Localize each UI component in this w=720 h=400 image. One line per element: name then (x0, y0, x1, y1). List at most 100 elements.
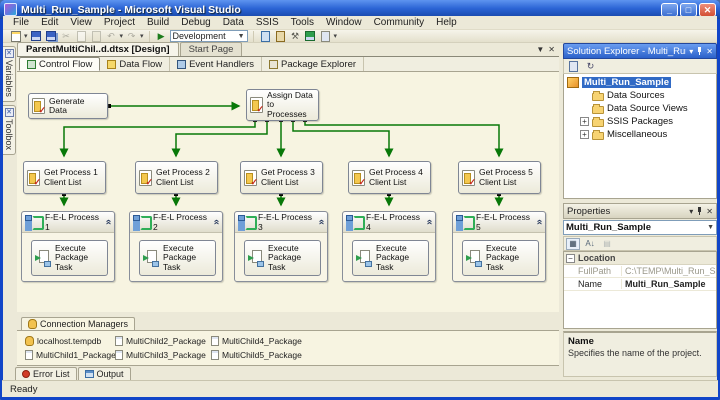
collapse-icon[interactable]: − (566, 253, 575, 263)
properties-object-combobox[interactable]: Multi_Run_Sample ▼ (563, 220, 717, 235)
task-execute-package[interactable]: Execute Package Task (462, 240, 539, 276)
close-button[interactable]: ✕ (699, 2, 716, 17)
tree-item[interactable]: + Miscellaneous (564, 128, 716, 141)
container-header[interactable]: F-E-L Process 5 « (453, 212, 545, 233)
tree-item[interactable]: + Data Source Views (564, 102, 716, 115)
new-dropdown-icon[interactable]: ▾ (24, 32, 28, 40)
control-flow-design-surface[interactable]: Generate Data Assign Data to Processes G… (17, 72, 559, 312)
connection-manager-item[interactable]: MultiChild5_Package (211, 348, 311, 362)
side-tab[interactable]: ✕ Variables (3, 46, 16, 102)
configuration-combobox[interactable]: Development ▼ (169, 30, 248, 42)
foreach-loop-container[interactable]: F-E-L Process 2 « Execute Package Task (129, 211, 223, 282)
new-project-icon[interactable] (9, 30, 22, 42)
collapse-chevron-icon[interactable]: « (534, 219, 545, 225)
close-document-icon[interactable]: ✕ (548, 45, 555, 54)
properties-grid[interactable]: − Location FullPath C:\TEMP\Multi_Run_Sa… (563, 251, 717, 329)
task-generate-data[interactable]: Generate Data (28, 93, 108, 119)
document-list-dropdown-icon[interactable]: ▼ (536, 45, 544, 54)
property-row[interactable]: Name Multi_Run_Sample (564, 278, 716, 291)
expand-icon[interactable]: + (580, 117, 589, 126)
bottom-tab[interactable]: Output (77, 367, 131, 380)
paste-icon[interactable] (90, 30, 103, 42)
connection-managers-tab[interactable]: Connection Managers (21, 317, 136, 330)
task-execute-package[interactable]: Execute Package Task (352, 240, 429, 276)
redo-icon[interactable]: ↷ (125, 30, 138, 42)
solution-explorer-header[interactable]: Solution Explorer - Multi_Run_Sample ▾ ✕ (563, 43, 717, 59)
container-header[interactable]: F-E-L Process 2 « (130, 212, 222, 233)
task-execute-package[interactable]: Execute Package Task (31, 240, 108, 276)
alphabetical-sort-icon[interactable]: A↓ (583, 238, 597, 250)
category-row[interactable]: − Location (564, 252, 716, 265)
menu-item[interactable]: View (64, 16, 98, 29)
menu-item[interactable]: Data (217, 16, 250, 29)
window-icon[interactable] (319, 30, 332, 42)
tree-item[interactable]: + Data Sources (564, 89, 716, 102)
document-tab[interactable]: ParentMultiChil..d.dtsx [Design] (17, 42, 179, 56)
minimize-button[interactable]: _ (661, 2, 678, 17)
menu-item[interactable]: SSIS (250, 16, 285, 29)
foreach-loop-container[interactable]: F-E-L Process 4 « Execute Package Task (342, 211, 436, 282)
menu-item[interactable]: Project (98, 16, 141, 29)
task-get-process-client-list[interactable]: Get Process 1 Client List (23, 161, 106, 194)
designer-tab[interactable]: Package Explorer (262, 57, 365, 71)
connection-manager-item[interactable]: MultiChild4_Package (211, 334, 311, 348)
collapse-chevron-icon[interactable]: « (424, 219, 435, 225)
designer-tab[interactable]: Event Handlers (170, 57, 263, 71)
start-debugging-icon[interactable]: ▶ (155, 30, 168, 42)
foreach-loop-container[interactable]: F-E-L Process 3 « Execute Package Task (234, 211, 328, 282)
menu-item[interactable]: Tools (285, 16, 320, 29)
container-header[interactable]: F-E-L Process 4 « (343, 212, 435, 233)
document-tab[interactable]: Start Page (179, 42, 243, 56)
bottom-tab[interactable]: Error List (15, 367, 77, 380)
connection-manager-item[interactable]: MultiChild3_Package (115, 348, 207, 362)
menu-item[interactable]: Edit (35, 16, 64, 29)
menu-item[interactable]: File (7, 16, 35, 29)
collapse-chevron-icon[interactable]: « (103, 219, 114, 225)
container-header[interactable]: F-E-L Process 3 « (235, 212, 327, 233)
refresh-icon[interactable]: ↻ (584, 60, 597, 72)
designer-tab[interactable]: Control Flow (19, 57, 101, 71)
cut-icon[interactable]: ✂ (60, 30, 73, 42)
toolbar-overflow-icon[interactable]: ▾ (334, 32, 338, 40)
undo-icon[interactable]: ↶ (105, 30, 118, 42)
undo-dropdown-icon[interactable]: ▾ (120, 32, 124, 40)
designer-tab[interactable]: Data Flow (100, 57, 171, 71)
task-get-process-client-list[interactable]: Get Process 2 Client List (135, 161, 218, 194)
task-get-process-client-list[interactable]: Get Process 3 Client List (240, 161, 323, 194)
property-pages-icon[interactable]: ▤ (600, 238, 614, 250)
task-get-process-client-list[interactable]: Get Process 4 Client List (348, 161, 431, 194)
expand-icon[interactable]: + (580, 130, 589, 139)
maximize-button[interactable]: □ (680, 2, 697, 17)
foreach-loop-container[interactable]: F-E-L Process 1 « Execute Package Task (21, 211, 115, 282)
package-icon[interactable] (304, 30, 317, 42)
connection-managers-list[interactable]: localhost.tempdb MultiChild2_Package Mul… (17, 331, 559, 366)
foreach-loop-container[interactable]: F-E-L Process 5 « Execute Package Task (452, 211, 546, 282)
collapse-chevron-icon[interactable]: « (316, 219, 327, 225)
categorized-icon[interactable]: ▦ (566, 237, 580, 250)
tools-icon[interactable] (274, 30, 287, 42)
save-icon[interactable] (30, 30, 43, 42)
connection-manager-item[interactable]: localhost.tempdb (25, 334, 111, 348)
properties-header[interactable]: Properties ▾ ✕ (563, 203, 717, 219)
task-assign-data[interactable]: Assign Data to Processes (246, 89, 319, 121)
panel-close-icon[interactable]: ✕ (706, 47, 713, 56)
menu-item[interactable]: Window (320, 16, 368, 29)
pin-icon[interactable] (696, 207, 703, 215)
pin-icon[interactable] (696, 47, 703, 55)
menu-item[interactable]: Build (141, 16, 175, 29)
task-get-process-client-list[interactable]: Get Process 5 Client List (458, 161, 541, 194)
menu-item[interactable]: Help (430, 16, 463, 29)
copy-icon[interactable] (75, 30, 88, 42)
property-row[interactable]: FullPath C:\TEMP\Multi_Run_Sample\M (564, 265, 716, 278)
menu-item[interactable]: Community (368, 16, 431, 29)
panel-dropdown-icon[interactable]: ▾ (689, 207, 693, 216)
tree-item[interactable]: + SSIS Packages (564, 115, 716, 128)
task-execute-package[interactable]: Execute Package Task (139, 240, 216, 276)
save-all-icon[interactable] (45, 30, 58, 42)
collapse-chevron-icon[interactable]: « (211, 219, 222, 225)
layout-icon[interactable] (259, 30, 272, 42)
container-header[interactable]: F-E-L Process 1 « (22, 212, 114, 233)
options-icon[interactable]: ⚒ (289, 30, 302, 42)
menu-item[interactable]: Debug (175, 16, 216, 29)
redo-dropdown-icon[interactable]: ▾ (140, 32, 144, 40)
